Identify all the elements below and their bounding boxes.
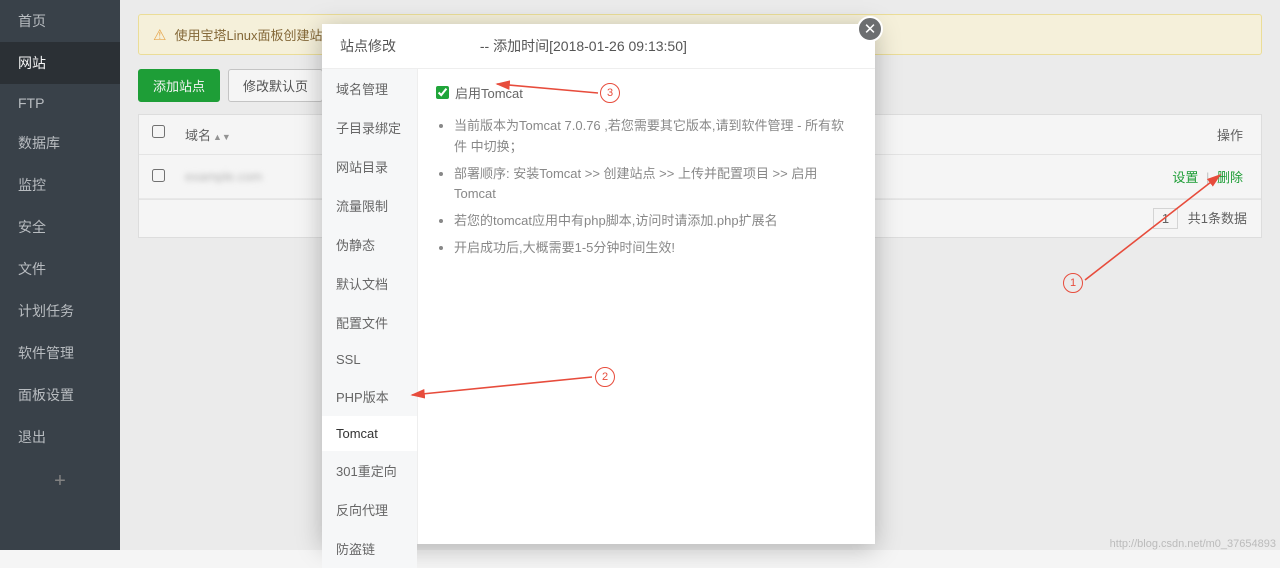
tomcat-notes: 当前版本为Tomcat 7.0.76 ,若您需要其它版本,请到软件管理 - 所有…	[436, 116, 857, 259]
modal-nav-defaultdoc[interactable]: 默认文档	[322, 264, 417, 303]
note-item: 开启成功后,大概需要1-5分钟时间生效!	[454, 238, 857, 259]
modal-nav-sitedir[interactable]: 网站目录	[322, 147, 417, 186]
modal-nav-rewrite[interactable]: 伪静态	[322, 225, 417, 264]
modal-nav-ssl[interactable]: SSL	[322, 342, 417, 377]
watermark: http://blog.csdn.net/m0_37654893	[1110, 538, 1276, 550]
modal-nav: 域名管理 子目录绑定 网站目录 流量限制 伪静态 默认文档 配置文件 SSL P…	[322, 69, 418, 544]
modal-nav-tomcat[interactable]: Tomcat	[322, 416, 417, 451]
note-item: 当前版本为Tomcat 7.0.76 ,若您需要其它版本,请到软件管理 - 所有…	[454, 116, 857, 158]
site-settings-modal: 站点修改 -- 添加时间[2018-01-26 09:13:50] ✕ 域名管理…	[322, 24, 875, 544]
enable-tomcat-label: 启用Tomcat	[455, 83, 523, 102]
modal-nav-conf[interactable]: 配置文件	[322, 303, 417, 342]
modal-nav-proxy[interactable]: 反向代理	[322, 490, 417, 529]
close-icon[interactable]: ✕	[857, 16, 883, 42]
modal-nav-php[interactable]: PHP版本	[322, 377, 417, 416]
enable-tomcat-checkbox[interactable]	[436, 86, 449, 99]
modal-nav-domain[interactable]: 域名管理	[322, 69, 417, 108]
modal-nav-hotlink[interactable]: 防盗链	[322, 529, 417, 568]
modal-nav-subdir[interactable]: 子目录绑定	[322, 108, 417, 147]
modal-nav-redirect[interactable]: 301重定向	[322, 451, 417, 490]
modal-title: 站点修改 -- 添加时间[2018-01-26 09:13:50]	[322, 24, 875, 68]
modal-nav-traffic[interactable]: 流量限制	[322, 186, 417, 225]
note-item: 部署顺序: 安装Tomcat >> 创建站点 >> 上传并配置项目 >> 启用T…	[454, 164, 857, 206]
modal-content: 启用Tomcat 当前版本为Tomcat 7.0.76 ,若您需要其它版本,请到…	[418, 69, 875, 544]
note-item: 若您的tomcat应用中有php脚本,访问时请添加.php扩展名	[454, 211, 857, 232]
